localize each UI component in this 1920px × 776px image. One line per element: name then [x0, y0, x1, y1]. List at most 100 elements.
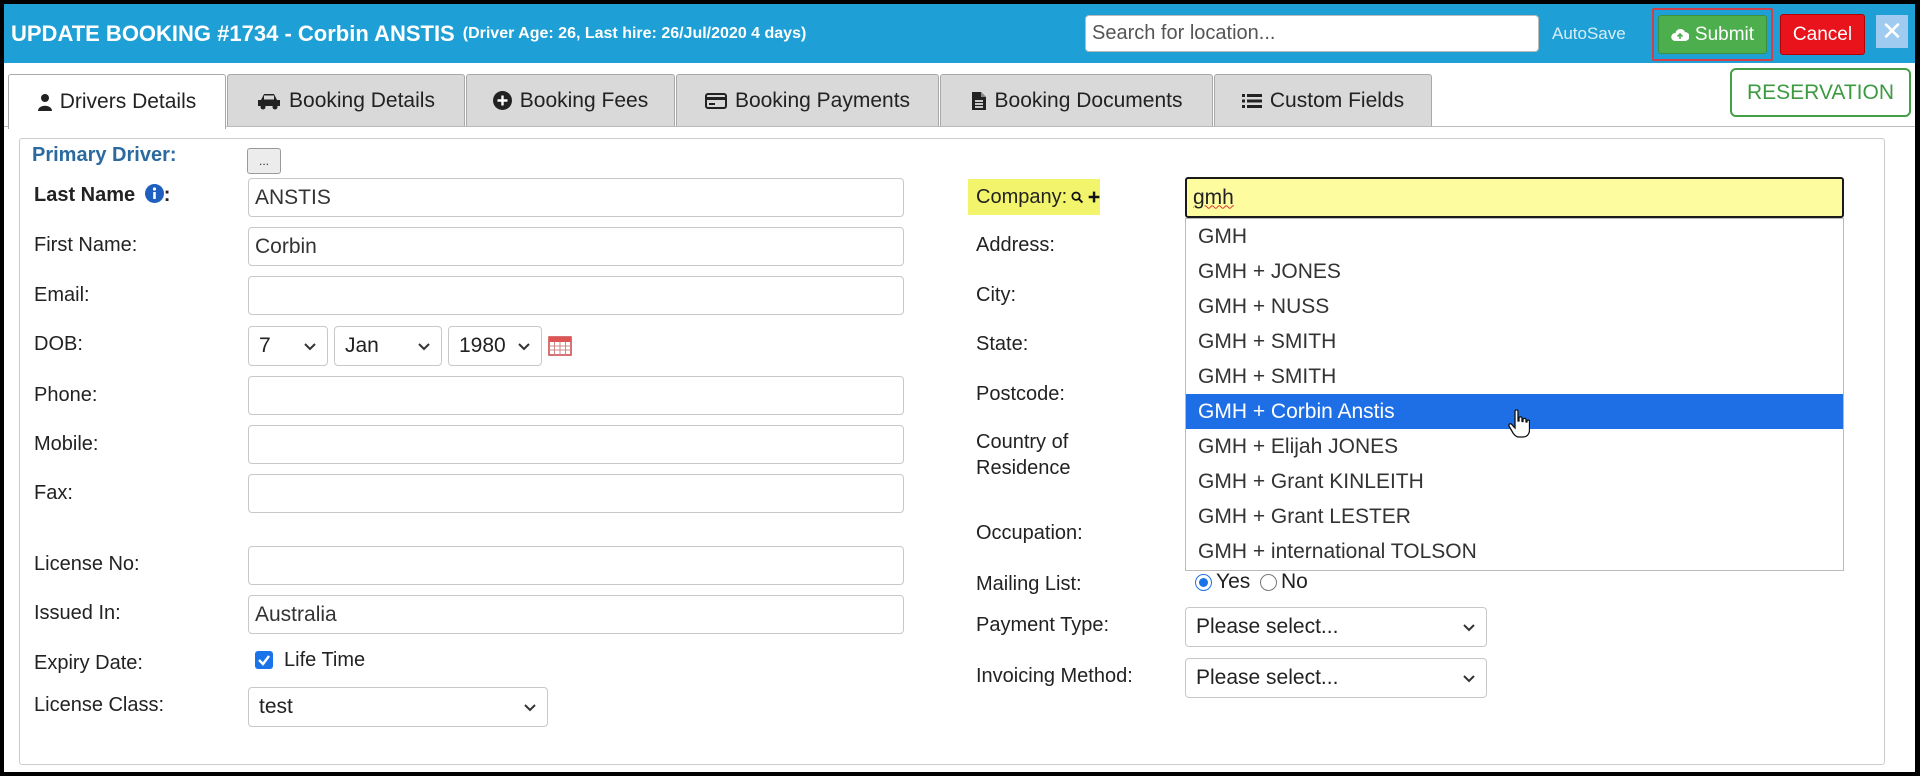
search-icon[interactable]	[1071, 188, 1084, 207]
invoicing-method-label: Invoicing Method:	[976, 665, 1133, 687]
tab-booking-documents[interactable]: Booking Documents	[940, 74, 1213, 126]
country-label-line1: Country of	[976, 431, 1069, 453]
suggestion-item[interactable]: GMH + international TOLSON	[1186, 534, 1843, 569]
check-icon	[258, 655, 270, 666]
phone-label: Phone:	[34, 384, 98, 406]
fax-input[interactable]	[248, 474, 904, 513]
suggestion-item[interactable]: GMH	[1186, 219, 1843, 254]
mobile-input[interactable]	[248, 425, 904, 464]
mailing-yes-radio[interactable]: Yes	[1195, 570, 1250, 594]
city-label: City:	[976, 284, 1016, 306]
postcode-label: Postcode:	[976, 383, 1065, 405]
chevron-down-icon	[1463, 624, 1475, 632]
last-name-label: Last Name :	[34, 184, 170, 207]
info-icon[interactable]	[144, 184, 164, 203]
booking-title: UPDATE BOOKING #1734 - Corbin ANSTIS	[11, 21, 455, 46]
expiry-date-label: Expiry Date:	[34, 652, 143, 674]
life-time-label[interactable]: Life Time	[284, 649, 365, 672]
autosave-label[interactable]: AutoSave	[1552, 24, 1626, 44]
invoicing-method-select[interactable]: Please select...	[1185, 658, 1487, 698]
cancel-button[interactable]: Cancel	[1780, 14, 1865, 55]
chevron-down-icon	[418, 343, 430, 351]
tab-custom-fields[interactable]: Custom Fields	[1214, 74, 1432, 126]
suggestion-item[interactable]: GMH + NUSS	[1186, 289, 1843, 324]
tab-label: Booking Payments	[734, 88, 911, 112]
occupation-label: Occupation:	[976, 522, 1083, 544]
page-title: UPDATE BOOKING #1734 - Corbin ANSTIS (Dri…	[11, 21, 806, 47]
cloud-upload-icon	[1671, 28, 1689, 41]
company-label: Company:	[968, 179, 1100, 215]
submit-label: Submit	[1694, 23, 1755, 45]
location-search-input[interactable]	[1085, 15, 1539, 52]
license-class-select[interactable]: test	[248, 687, 548, 727]
plus-circle-icon	[492, 91, 512, 110]
tab-label: Booking Details	[289, 88, 435, 112]
payment-type-select[interactable]: Please select...	[1185, 607, 1487, 647]
chevron-down-icon	[1463, 675, 1475, 683]
mobile-label: Mobile:	[34, 433, 99, 455]
tab-label: Custom Fields	[1269, 88, 1405, 112]
submit-highlight: Submit	[1652, 8, 1773, 61]
country-label-line2: Residence	[976, 457, 1071, 479]
car-icon	[258, 93, 281, 109]
email-input[interactable]	[248, 276, 904, 315]
issued-in-input[interactable]: Australia	[248, 595, 904, 634]
add-icon[interactable]	[1088, 188, 1100, 206]
company-suggestions-dropdown: GMH GMH + JONES GMH + NUSS GMH + SMITH G…	[1185, 218, 1844, 571]
dob-month-select[interactable]: Jan	[334, 326, 442, 366]
dob-year-value: 1980	[459, 334, 506, 357]
primary-driver-label: Primary Driver:	[32, 144, 177, 166]
mailing-no-radio[interactable]: No	[1260, 570, 1308, 594]
suggestion-item[interactable]: GMH + Grant KINLEITH	[1186, 464, 1843, 499]
mailing-list-label: Mailing List:	[976, 573, 1082, 595]
suggestion-item[interactable]: GMH + Grant LESTER	[1186, 499, 1843, 534]
payment-type-label: Payment Type:	[976, 614, 1110, 636]
select-driver-button[interactable]: ...	[247, 148, 281, 174]
tab-divider	[4, 126, 1915, 127]
address-label: Address:	[976, 234, 1055, 256]
radio-empty-icon	[1260, 573, 1277, 591]
credit-card-icon	[704, 92, 727, 109]
last-name-input[interactable]: ANSTIS	[248, 178, 904, 217]
suggestion-item[interactable]: GMH + JONES	[1186, 254, 1843, 289]
license-class-label: License Class:	[34, 694, 165, 716]
suggestion-item[interactable]: GMH + SMITH	[1186, 324, 1843, 359]
issued-in-label: Issued In:	[34, 602, 121, 624]
dob-label: DOB:	[34, 333, 83, 355]
invoicing-method-value: Please select...	[1196, 666, 1339, 689]
driver-summary: (Driver Age: 26, Last hire: 26/Jul/2020 …	[462, 25, 807, 42]
license-no-input[interactable]	[248, 546, 904, 585]
chevron-down-icon	[524, 704, 536, 712]
company-input[interactable]: gmh	[1185, 177, 1844, 218]
tab-booking-payments[interactable]: Booking Payments	[676, 74, 939, 126]
booking-window: UPDATE BOOKING #1734 - Corbin ANSTIS (Dri…	[4, 4, 1915, 772]
mailing-no-label: No	[1281, 570, 1308, 593]
first-name-label: First Name:	[34, 234, 138, 256]
suggestion-item[interactable]: GMH + SMITH	[1186, 359, 1843, 394]
life-time-checkbox[interactable]	[255, 651, 273, 669]
header-bar: UPDATE BOOKING #1734 - Corbin ANSTIS (Dri…	[4, 4, 1915, 63]
company-label-text: Company:	[976, 185, 1068, 208]
submit-button[interactable]: Submit	[1658, 15, 1767, 54]
status-badge: RESERVATION	[1730, 68, 1911, 117]
tab-booking-details[interactable]: Booking Details	[227, 74, 465, 126]
close-icon[interactable]: ✕	[1876, 15, 1908, 48]
tab-label: Drivers Details	[59, 90, 197, 113]
radio-selected-icon	[1195, 573, 1212, 591]
tab-drivers-details[interactable]: Drivers Details	[8, 74, 226, 129]
chevron-down-icon	[518, 343, 530, 351]
email-label: Email:	[34, 284, 90, 306]
dob-day-value: 7	[259, 334, 271, 357]
file-icon	[971, 91, 986, 110]
first-name-input[interactable]: Corbin	[248, 227, 904, 266]
calendar-icon[interactable]	[548, 334, 572, 356]
fax-label: Fax:	[34, 482, 73, 504]
tab-booking-fees[interactable]: Booking Fees	[466, 74, 675, 126]
last-name-label-text: Last Name	[34, 184, 136, 206]
tab-label: Booking Documents	[994, 88, 1183, 112]
dob-day-select[interactable]: 7	[248, 326, 328, 366]
phone-input[interactable]	[248, 376, 904, 415]
chevron-down-icon	[304, 343, 316, 351]
payment-type-value: Please select...	[1196, 615, 1339, 638]
dob-year-select[interactable]: 1980	[448, 326, 542, 366]
